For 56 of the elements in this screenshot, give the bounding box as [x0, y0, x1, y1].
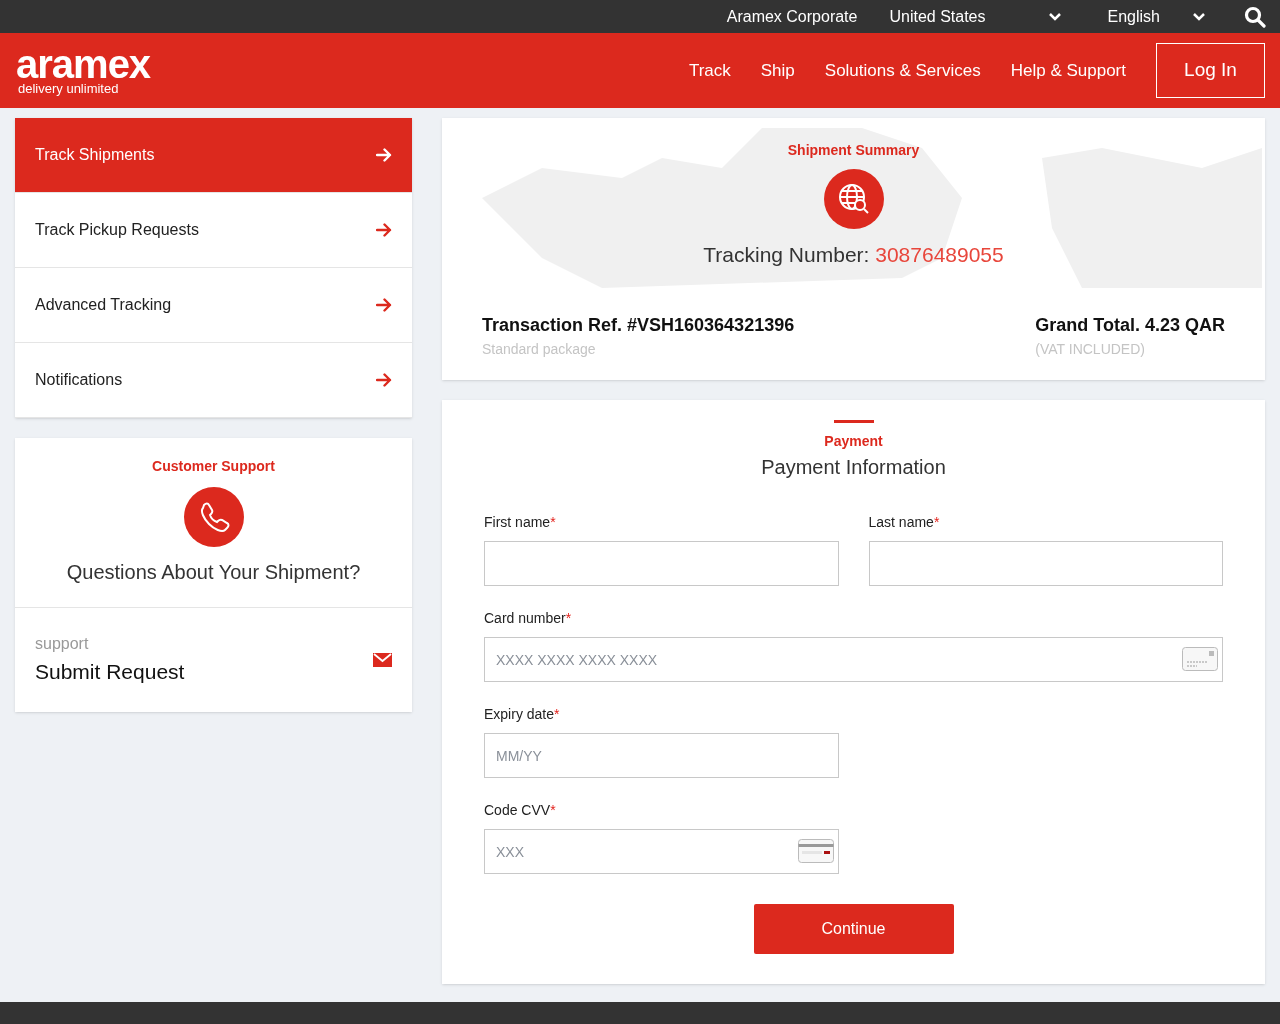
- support-question: Questions About Your Shipment?: [66, 560, 361, 585]
- field-label: Card number: [484, 610, 566, 626]
- required-mark: *: [550, 514, 556, 530]
- required-mark: *: [550, 802, 556, 818]
- arrow-right-icon: [376, 148, 392, 162]
- nav-link[interactable]: Track: [688, 57, 731, 84]
- arrow-right-icon: [376, 373, 392, 387]
- package-type: Standard package: [482, 340, 597, 359]
- mail-icon: [373, 652, 392, 667]
- language-dropdown[interactable]: English: [1107, 4, 1206, 29]
- required-mark: *: [933, 514, 940, 530]
- input-field[interactable]: [484, 541, 839, 586]
- search-icon[interactable]: [1244, 5, 1266, 28]
- section-title: Shipment Summary: [787, 141, 920, 160]
- login-button[interactable]: Log In: [1156, 43, 1265, 98]
- input-field[interactable]: MM/YY: [484, 733, 839, 778]
- nav-link[interactable]: Ship: [760, 57, 795, 84]
- nav-link[interactable]: Solutions & Services: [824, 57, 981, 84]
- nav-link[interactable]: Help & Support: [1010, 57, 1126, 84]
- continue-button[interactable]: Continue: [753, 904, 954, 954]
- field-label: First name: [484, 514, 551, 530]
- phone-icon: [183, 487, 244, 547]
- globe-search-icon: [823, 169, 884, 229]
- required-mark: *: [554, 706, 560, 722]
- required-mark: *: [565, 610, 572, 626]
- step-label: Payment: [824, 432, 883, 451]
- tracking-number: 30876489055: [875, 243, 1004, 266]
- sidebar-item[interactable]: Track Shipments: [15, 118, 412, 193]
- form-title: Payment Information: [761, 455, 946, 480]
- vat-note: (VAT INCLUDED): [1035, 340, 1146, 359]
- submit-request-link[interactable]: Submit Request: [35, 656, 185, 688]
- card-icon: [797, 839, 834, 863]
- arrow-right-icon: [376, 223, 392, 237]
- arrow-right-icon: [376, 298, 392, 312]
- country-dropdown[interactable]: United States: [889, 4, 1062, 29]
- tagline: delivery unlimited: [18, 81, 120, 95]
- field-label: Last name: [868, 514, 934, 530]
- input-field[interactable]: XXXX XXXX XXXX XXXX: [484, 637, 1223, 682]
- grand-total: Grand Total. 4.23 QAR: [1035, 314, 1225, 337]
- corporate-link[interactable]: Aramex Corporate: [726, 4, 858, 29]
- field-label: Code CVV: [484, 802, 551, 818]
- tracking-label: Tracking Number:: [703, 243, 871, 266]
- input-field[interactable]: XXX: [484, 829, 839, 874]
- chevron-down-icon: [1192, 11, 1206, 22]
- transaction-ref: Transaction Ref. #VSH160364321396: [482, 314, 795, 337]
- sidebar-item[interactable]: Notifications: [15, 343, 412, 418]
- input-field[interactable]: [868, 541, 1223, 586]
- section-title: Customer Support: [152, 457, 275, 476]
- step-indicator: [833, 420, 874, 423]
- support-label: support: [35, 634, 90, 654]
- sidebar-item[interactable]: Advanced Tracking: [15, 268, 412, 343]
- chevron-down-icon: [1047, 11, 1062, 22]
- field-label: Expiry date: [484, 706, 555, 722]
- sidebar-item[interactable]: Track Pickup Requests: [15, 193, 412, 268]
- logo[interactable]: aramex: [16, 46, 151, 81]
- card-icon: [1182, 647, 1218, 671]
